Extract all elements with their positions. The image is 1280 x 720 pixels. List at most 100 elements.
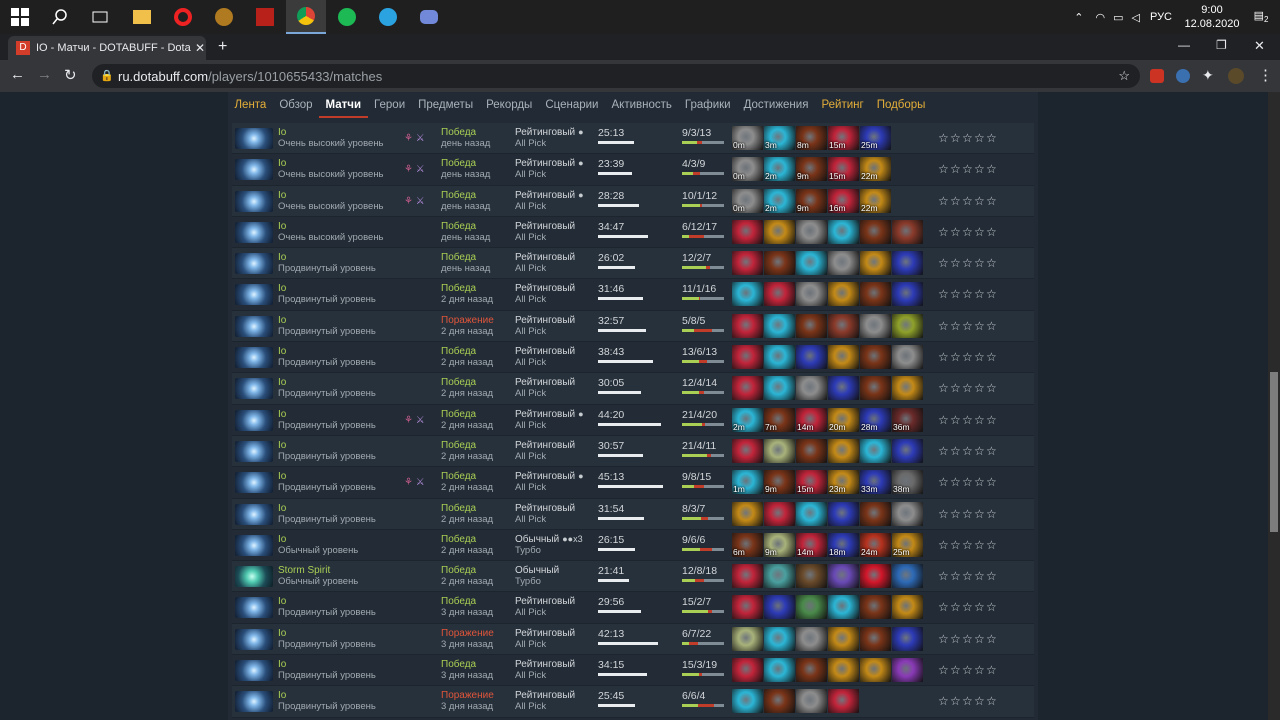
star-icon[interactable]: ☆ bbox=[986, 570, 997, 582]
item-icon[interactable] bbox=[732, 219, 763, 244]
star-icon[interactable]: ☆ bbox=[974, 601, 985, 613]
rating-stars[interactable]: ☆ ☆ ☆ ☆ ☆ bbox=[938, 288, 997, 300]
hero-name[interactable]: Io bbox=[278, 659, 286, 670]
star-icon[interactable]: ☆ bbox=[938, 288, 949, 300]
rating-stars[interactable]: ☆ ☆ ☆ ☆ ☆ bbox=[938, 601, 997, 613]
star-icon[interactable]: ☆ bbox=[938, 633, 949, 645]
maximize-icon[interactable]: ❐ bbox=[1216, 38, 1227, 52]
item-icon[interactable]: 2m bbox=[764, 188, 795, 213]
item-icon[interactable] bbox=[796, 595, 827, 620]
item-icon[interactable]: 15m bbox=[828, 157, 859, 182]
back-icon[interactable]: ← bbox=[10, 66, 25, 83]
star-icon[interactable]: ☆ bbox=[986, 351, 997, 363]
item-icon[interactable]: 14m bbox=[796, 532, 827, 557]
hero-name[interactable]: Io bbox=[278, 346, 286, 357]
match-row[interactable]: Storm Spirit Обычный уровень Победа 2 дня н… bbox=[232, 561, 1034, 593]
notification-icon[interactable]: ▤2 bbox=[1242, 9, 1280, 24]
hero-name[interactable]: Io bbox=[278, 690, 286, 701]
nav-item[interactable]: Подборы bbox=[870, 92, 932, 118]
match-row[interactable]: Io Продвинутый уровень Поражение 2 дня наза… bbox=[232, 310, 1034, 343]
puzzle-icon[interactable]: ✦ bbox=[1202, 67, 1214, 84]
item-icon[interactable] bbox=[764, 658, 795, 683]
star-icon[interactable]: ☆ bbox=[938, 320, 949, 332]
wifi-icon[interactable]: ◠ bbox=[1095, 11, 1105, 24]
hero-portrait[interactable] bbox=[235, 128, 273, 149]
item-icon[interactable]: 25m bbox=[860, 126, 891, 150]
item-icon[interactable] bbox=[828, 251, 859, 276]
item-icon[interactable] bbox=[860, 219, 891, 244]
star-icon[interactable]: ☆ bbox=[938, 570, 949, 582]
match-result[interactable]: Победа bbox=[441, 252, 476, 263]
match-row[interactable]: Io Очень высокий уровень ⚘ ⚔ Победа день наз… bbox=[232, 154, 1034, 186]
hero-portrait[interactable] bbox=[235, 221, 273, 243]
item-icon[interactable] bbox=[732, 376, 763, 401]
star-icon[interactable]: ☆ bbox=[986, 601, 997, 613]
item-icon[interactable]: 3m bbox=[764, 126, 795, 150]
profile-avatar[interactable] bbox=[1228, 68, 1244, 84]
item-icon[interactable]: 0m bbox=[732, 157, 763, 182]
star-icon[interactable]: ☆ bbox=[950, 601, 961, 613]
item-icon[interactable]: 2m bbox=[764, 157, 795, 182]
star-icon[interactable]: ☆ bbox=[950, 664, 961, 676]
item-icon[interactable] bbox=[860, 438, 891, 463]
star-icon[interactable]: ☆ bbox=[986, 382, 997, 394]
item-icon[interactable]: 22m bbox=[860, 157, 891, 182]
rating-stars[interactable]: ☆ ☆ ☆ ☆ ☆ bbox=[938, 226, 997, 238]
star-icon[interactable]: ☆ bbox=[938, 195, 949, 207]
star-icon[interactable]: ☆ bbox=[938, 132, 949, 144]
star-icon[interactable]: ☆ bbox=[962, 664, 973, 676]
match-row[interactable]: Io Продвинутый уровень Победа 3 дня назад Ре… bbox=[232, 655, 1034, 687]
hero-portrait[interactable] bbox=[235, 660, 273, 682]
item-icon[interactable] bbox=[732, 626, 763, 651]
item-icon[interactable] bbox=[860, 626, 891, 651]
star-icon[interactable]: ☆ bbox=[938, 226, 949, 238]
match-row[interactable]: Io Продвинутый уровень ⚘ ⚔ Победа 2 дня наза… bbox=[232, 467, 1034, 499]
star-icon[interactable]: ☆ bbox=[950, 476, 961, 488]
match-result[interactable]: Поражение bbox=[441, 690, 494, 701]
star-icon[interactable]: ☆ bbox=[962, 601, 973, 613]
hero-portrait[interactable] bbox=[235, 566, 273, 588]
star-icon[interactable]: ☆ bbox=[974, 288, 985, 300]
star-icon[interactable]: ☆ bbox=[962, 570, 973, 582]
telegram-button[interactable] bbox=[368, 0, 408, 34]
hero-portrait[interactable] bbox=[235, 628, 273, 650]
hero-portrait[interactable] bbox=[235, 409, 273, 431]
star-icon[interactable]: ☆ bbox=[974, 132, 985, 144]
item-icon[interactable] bbox=[860, 658, 891, 683]
match-row[interactable]: Io Продвинутый уровень Победа 2 дня назад Ре… bbox=[232, 342, 1034, 374]
item-icon[interactable] bbox=[892, 658, 923, 683]
item-icon[interactable] bbox=[892, 501, 923, 526]
star-icon[interactable]: ☆ bbox=[986, 476, 997, 488]
star-icon[interactable]: ☆ bbox=[986, 320, 997, 332]
star-icon[interactable]: ☆ bbox=[986, 633, 997, 645]
item-icon[interactable]: 25m bbox=[892, 532, 923, 557]
hero-portrait[interactable] bbox=[235, 597, 273, 619]
item-icon[interactable] bbox=[892, 626, 923, 651]
star-icon[interactable]: ☆ bbox=[986, 445, 997, 457]
star-icon[interactable]: ☆ bbox=[962, 539, 973, 551]
item-icon[interactable] bbox=[764, 438, 795, 463]
star-icon[interactable]: ☆ bbox=[938, 539, 949, 551]
rating-stars[interactable]: ☆ ☆ ☆ ☆ ☆ bbox=[938, 445, 997, 457]
star-icon[interactable]: ☆ bbox=[962, 226, 973, 238]
star-icon[interactable]: ☆ bbox=[974, 476, 985, 488]
item-icon[interactable] bbox=[892, 219, 923, 244]
star-icon[interactable]: ☆ bbox=[974, 163, 985, 175]
match-row[interactable]: Io Обычный уровень Победа 2 дня назад Обычны… bbox=[232, 529, 1034, 562]
item-icon[interactable]: 1m bbox=[732, 470, 763, 495]
item-icon[interactable]: 18m bbox=[828, 532, 859, 557]
star-icon[interactable]: ☆ bbox=[962, 445, 973, 457]
star-icon[interactable]: ☆ bbox=[962, 320, 973, 332]
item-icon[interactable] bbox=[732, 282, 763, 307]
star-icon[interactable]: ☆ bbox=[950, 633, 961, 645]
rating-stars[interactable]: ☆ ☆ ☆ ☆ ☆ bbox=[938, 257, 997, 269]
item-icon[interactable]: 9m bbox=[796, 188, 827, 213]
match-row[interactable]: Io Продвинутый уровень Победа 2 дня назад Ре… bbox=[232, 279, 1034, 311]
star-icon[interactable]: ☆ bbox=[962, 695, 973, 707]
item-icon[interactable] bbox=[796, 219, 827, 244]
match-row[interactable]: Io Продвинутый уровень ⚘ ⚔ Победа 2 дня наза… bbox=[232, 404, 1034, 436]
item-icon[interactable] bbox=[796, 658, 827, 683]
hero-name[interactable]: Io bbox=[278, 534, 286, 545]
hero-name[interactable]: Io bbox=[278, 127, 286, 138]
item-icon[interactable]: 7m bbox=[764, 407, 795, 432]
